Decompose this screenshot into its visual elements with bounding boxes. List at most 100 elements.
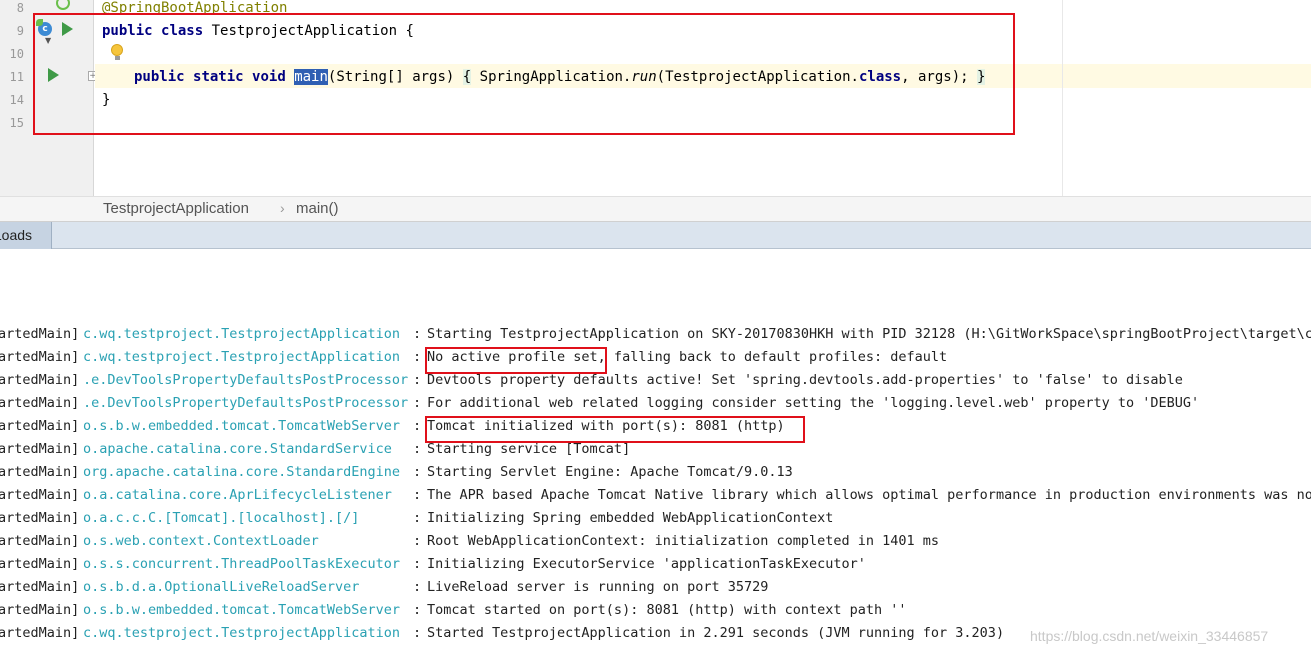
class-icon: c [36, 19, 52, 36]
keyword: public [102, 23, 153, 39]
log-row: artedMain] o.apache.catalina.core.Standar… [0, 438, 1311, 461]
log-message: Started TestprojectApplication in 2.291 … [427, 625, 1005, 641]
tab-label: tLoads [0, 227, 33, 243]
log-message: The APR based Apache Tomcat Native libra… [427, 487, 1311, 503]
run-icon[interactable] [62, 22, 73, 36]
run-console[interactable]: artedMain] c.wq.testproject.TestprojectAp… [0, 250, 1311, 657]
class-name: TestprojectApplication [211, 23, 398, 39]
brace: { [405, 23, 414, 39]
log-row: artedMain] o.s.b.w.embedded.tomcat.Tomcat… [0, 599, 1311, 622]
log-thread-name: artedMain] [0, 464, 80, 480]
log-thread-name: artedMain] [0, 556, 80, 572]
log-row: artedMain] o.s.s.concurrent.ThreadPoolTas… [0, 553, 1311, 576]
line-number: 10 [9, 47, 24, 61]
code-text: , args); [901, 69, 969, 85]
log-message: Starting service [Tomcat] [427, 441, 631, 457]
log-separator: : [413, 487, 422, 503]
selected-method-name[interactable]: main [294, 69, 328, 85]
log-row: artedMain] o.a.c.c.C.[Tomcat].[localhost]… [0, 507, 1311, 530]
breadcrumb-item-method[interactable]: main() [296, 200, 339, 217]
log-row: artedMain] .e.DevToolsPropertyDefaultsPos… [0, 392, 1311, 415]
tool-window-tabbar: tLoads [0, 222, 1311, 249]
log-logger-name: .e.DevToolsPropertyDefaultsPostProcessor [83, 372, 409, 388]
log-message: Initializing Spring embedded WebApplicat… [427, 510, 834, 526]
brace: } [102, 92, 111, 108]
breadcrumb-item-class[interactable]: TestprojectApplication [103, 200, 249, 217]
log-logger-name: o.s.b.w.embedded.tomcat.TomcatWebServer [83, 602, 400, 618]
log-separator: : [413, 349, 422, 365]
log-row: artedMain] c.wq.testproject.TestprojectAp… [0, 346, 1311, 369]
log-separator: : [413, 602, 422, 618]
log-thread-name: artedMain] [0, 395, 80, 411]
log-logger-name: o.apache.catalina.core.StandardService [83, 441, 392, 457]
log-thread-name: artedMain] [0, 326, 80, 342]
code-line-close[interactable]: } [102, 91, 110, 109]
log-thread-name: artedMain] [0, 510, 80, 526]
log-row: artedMain] c.wq.testproject.TestprojectAp… [0, 323, 1311, 346]
log-row: artedMain] o.s.web.context.ContextLoader:… [0, 530, 1311, 553]
log-logger-name: o.s.s.concurrent.ThreadPoolTaskExecutor [83, 556, 400, 572]
editor-gutter: 8 9 10 11 14 15 c ▼ + [0, 0, 98, 196]
log-thread-name: artedMain] [0, 579, 80, 595]
code-text: SpringApplication. [471, 69, 632, 85]
run-icon[interactable] [48, 68, 59, 82]
right-margin-guide [1062, 0, 1063, 196]
log-message: Tomcat initialized with port(s): 8081 (h… [427, 418, 785, 434]
code-line-main[interactable]: public static void main(String[] args) {… [134, 68, 986, 86]
params: (String[] args) [327, 69, 455, 85]
line-number: 11 [9, 70, 24, 84]
log-separator: : [413, 441, 422, 457]
log-thread-name: artedMain] [0, 372, 80, 388]
log-separator: : [413, 556, 422, 572]
log-logger-name: c.wq.testproject.TestprojectApplication [83, 326, 400, 342]
log-separator: : [413, 625, 422, 641]
watermark: https://blog.csdn.net/weixin_33446857 [1030, 628, 1269, 644]
breadcrumb: TestprojectApplication › main() [0, 196, 1311, 222]
spring-icon [56, 0, 70, 10]
log-message: Devtools property defaults active! Set '… [427, 372, 1183, 388]
log-message: Starting Servlet Engine: Apache Tomcat/9… [427, 464, 793, 480]
log-logger-name: c.wq.testproject.TestprojectApplication [83, 625, 400, 641]
log-message: Root WebApplicationContext: initializati… [427, 533, 940, 549]
log-message: Initializing ExecutorService 'applicatio… [427, 556, 866, 572]
log-thread-name: artedMain] [0, 441, 80, 457]
log-message: LiveReload server is running on port 357… [427, 579, 769, 595]
log-thread-name: artedMain] [0, 349, 80, 365]
log-message: Tomcat started on port(s): 8081 (http) w… [427, 602, 907, 618]
log-row: artedMain] org.apache.catalina.core.Stand… [0, 461, 1311, 484]
log-logger-name: c.wq.testproject.TestprojectApplication [83, 349, 400, 365]
log-row: artedMain] o.s.b.w.embedded.tomcat.Tomcat… [0, 415, 1311, 438]
code-editor[interactable]: 8 9 10 11 14 15 c ▼ + @SpringBootApplica… [0, 0, 1311, 196]
log-logger-name: o.a.c.c.C.[Tomcat].[localhost].[/] [83, 510, 360, 526]
log-separator: : [413, 372, 422, 388]
log-separator: : [413, 510, 422, 526]
keyword: public [134, 69, 185, 85]
tab-loads[interactable]: tLoads [0, 222, 52, 249]
log-thread-name: artedMain] [0, 625, 80, 641]
annotation-text: @SpringBootApplication [102, 0, 288, 16]
log-separator: : [413, 464, 422, 480]
log-logger-name: .e.DevToolsPropertyDefaultsPostProcessor [83, 395, 409, 411]
code-line-class-decl[interactable]: public class TestprojectApplication { [102, 22, 414, 40]
log-thread-name: artedMain] [0, 602, 80, 618]
brace: { [462, 69, 472, 85]
log-thread-name: artedMain] [0, 533, 80, 549]
log-message: No active profile set, falling back to d… [427, 349, 948, 365]
log-logger-name: o.s.b.d.a.OptionalLiveReloadServer [83, 579, 360, 595]
code-line-annotation[interactable]: @SpringBootApplication [102, 0, 287, 17]
code-text: (TestprojectApplication. [656, 69, 859, 85]
keyword: void [252, 69, 286, 85]
log-logger-name: org.apache.catalina.core.StandardEngine [83, 464, 400, 480]
log-thread-name: artedMain] [0, 487, 80, 503]
keyword: class [161, 23, 204, 39]
log-message: Starting TestprojectApplication on SKY-2… [427, 326, 1311, 342]
chevron-down-icon: ▼ [45, 36, 52, 45]
log-separator: : [413, 418, 422, 434]
keyword: class [858, 69, 902, 85]
log-row: artedMain] o.s.b.d.a.OptionalLiveReloadSe… [0, 576, 1311, 599]
lightbulb-icon[interactable] [111, 44, 123, 60]
log-row: artedMain] .e.DevToolsPropertyDefaultsPos… [0, 369, 1311, 392]
line-number: 9 [16, 24, 24, 38]
brace: } [977, 69, 986, 85]
line-number: 8 [16, 1, 24, 15]
